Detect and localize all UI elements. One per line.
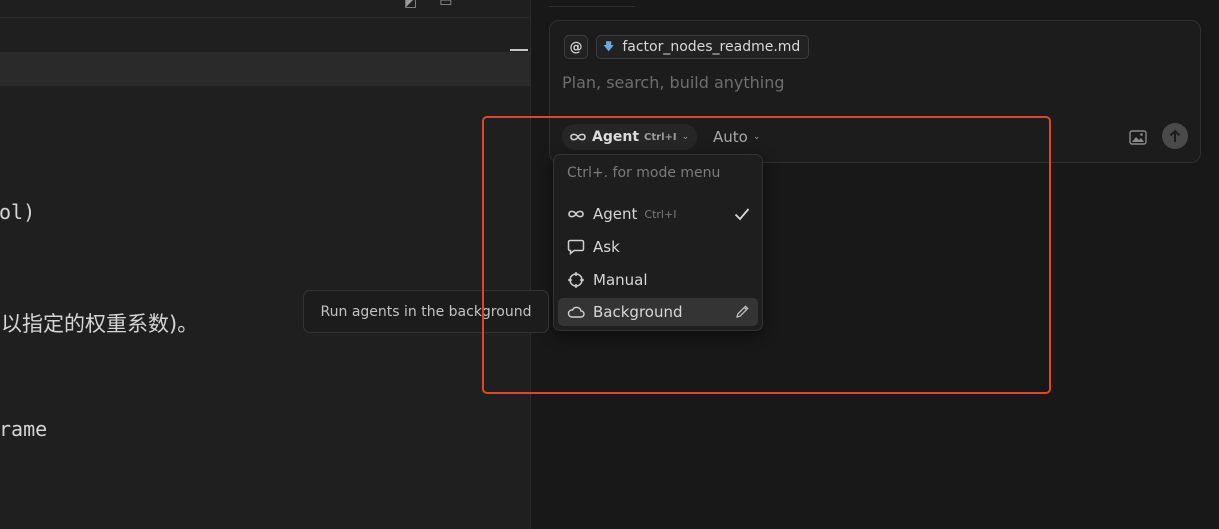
mode-menu-item-manual[interactable]: Manual bbox=[558, 266, 758, 294]
chevron-down-icon: ⌄ bbox=[752, 132, 761, 142]
context-file-chip[interactable]: 🡇 factor_nodes_readme.md bbox=[596, 35, 810, 59]
more-icon[interactable]: ▭ bbox=[439, 0, 452, 10]
checkmark-icon bbox=[734, 208, 750, 221]
crosshair-icon bbox=[568, 272, 584, 288]
mode-menu-item-label: Agent bbox=[593, 205, 638, 223]
mode-label: Agent bbox=[592, 129, 640, 145]
editor-tab-strip: ◩ ▭ bbox=[0, 0, 530, 18]
code-line: rame bbox=[0, 417, 48, 441]
mode-menu-item-label: Background bbox=[593, 303, 683, 321]
file-icon: 🡇 bbox=[603, 39, 615, 53]
mode-menu-item-label: Ask bbox=[593, 238, 620, 256]
mode-menu-hint: Ctrl+. for mode menu bbox=[567, 165, 721, 181]
mode-menu-item-label: Manual bbox=[593, 271, 648, 289]
mode-menu-item-agent[interactable]: Agent Ctrl+I bbox=[558, 200, 758, 228]
editor-highlighted-line bbox=[0, 49, 530, 86]
mode-shortcut: Ctrl+I bbox=[644, 131, 677, 143]
editor-toolbar: ◩ ▭ bbox=[404, 0, 452, 10]
arrow-up-icon bbox=[1169, 129, 1181, 142]
code-comment-line: 以指定的权重系数)。 bbox=[1, 312, 199, 336]
context-file-name: factor_nodes_readme.md bbox=[622, 39, 801, 55]
model-selector[interactable]: Auto ⌄ bbox=[713, 124, 760, 150]
split-editor-icon[interactable]: ◩ bbox=[404, 0, 417, 10]
code-line: ol) bbox=[0, 200, 36, 224]
at-icon: @ bbox=[569, 39, 583, 55]
background-tooltip: Run agents in the background bbox=[303, 290, 549, 333]
attach-image-button[interactable] bbox=[1128, 128, 1148, 146]
edit-background-button[interactable] bbox=[734, 304, 750, 324]
chat-composer: @ 🡇 factor_nodes_readme.md Plan, search,… bbox=[549, 20, 1201, 163]
editor-pane: ◩ ▭ ol) 以指定的权重系数)。 rame bbox=[0, 0, 531, 529]
mode-selector[interactable]: Agent Ctrl+I ⌄ bbox=[562, 124, 698, 150]
infinity-icon bbox=[570, 133, 586, 141]
mode-menu-item-shortcut: Ctrl+I bbox=[644, 207, 677, 221]
send-button[interactable] bbox=[1162, 123, 1188, 149]
infinity-icon bbox=[568, 210, 584, 218]
cloud-icon bbox=[567, 306, 585, 318]
chevron-down-icon: ⌄ bbox=[681, 132, 690, 142]
chat-bubble-icon bbox=[567, 239, 585, 255]
pencil-icon bbox=[736, 305, 749, 318]
chat-input[interactable]: Plan, search, build anything bbox=[562, 73, 785, 92]
panel-tab[interactable] bbox=[549, 0, 635, 7]
mode-menu-item-ask[interactable]: Ask bbox=[558, 233, 758, 261]
image-icon bbox=[1129, 129, 1147, 145]
minimize-icon[interactable] bbox=[510, 49, 528, 51]
model-label: Auto bbox=[713, 128, 748, 146]
mode-menu: Ctrl+. for mode menu Agent Ctrl+I Ask Ma… bbox=[553, 154, 763, 331]
mode-menu-item-background[interactable]: Background bbox=[558, 298, 758, 326]
mention-button[interactable]: @ bbox=[564, 35, 588, 59]
